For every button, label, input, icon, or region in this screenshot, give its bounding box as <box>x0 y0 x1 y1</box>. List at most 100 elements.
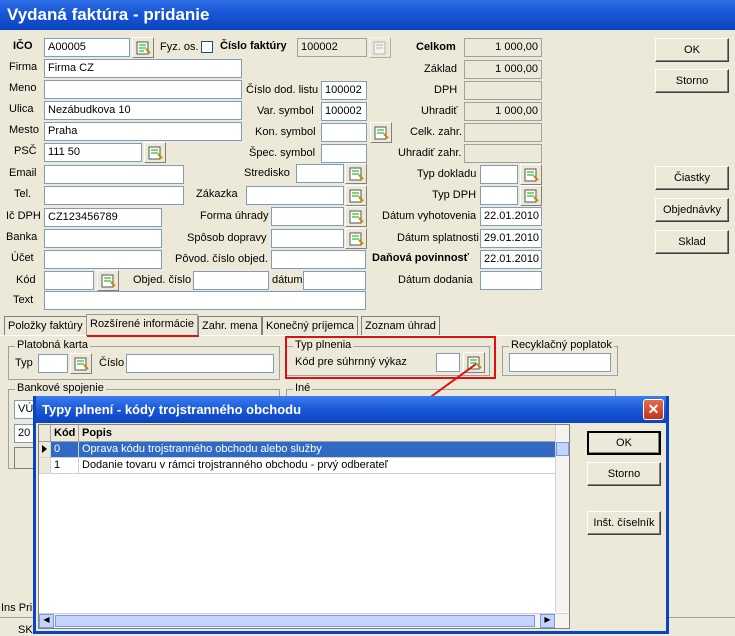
email-field[interactable] <box>44 165 184 184</box>
celk-zahr-label: Celk. zahr. <box>410 126 462 138</box>
cislo-faktury-label: Číslo faktúry <box>220 40 287 52</box>
typ-dph-lookup-icon[interactable] <box>520 185 542 206</box>
typ-dokladu-label: Typ dokladu <box>417 168 477 180</box>
sposob-dopravy-label: Spôsob dopravy <box>187 232 267 244</box>
banka-label: Banka <box>6 231 38 243</box>
tel-field[interactable] <box>44 186 184 205</box>
sklad-button[interactable]: Sklad <box>655 230 729 254</box>
typ-dokladu-field[interactable] <box>480 165 518 184</box>
table-row[interactable]: 0 Oprava kódu trojstranného obchodu aleb… <box>39 442 557 458</box>
zakazka-label: Zákazka <box>196 188 238 200</box>
typ-dph-field[interactable] <box>480 186 518 205</box>
dialog-storno-button[interactable]: Storno <box>587 462 661 486</box>
typ-dph-label: Typ DPH <box>432 189 477 201</box>
pk-typ-lookup-icon[interactable] <box>70 353 92 374</box>
sposob-dopravy-field[interactable] <box>271 229 344 248</box>
icdph-field[interactable]: CZ123456789 <box>44 208 162 227</box>
window-title: Vydaná faktúra - pridanie <box>0 0 735 30</box>
close-icon[interactable]: ✕ <box>643 399 664 420</box>
splatnosti-field[interactable]: 29.01.2010 <box>480 229 542 248</box>
firma-label: Firma <box>9 61 38 73</box>
obj-datum-field[interactable] <box>303 271 366 290</box>
uhradit-label: Uhradiť <box>421 105 458 117</box>
scroll-left-icon[interactable]: ◀ <box>39 614 54 628</box>
stredisko-lookup-icon[interactable] <box>345 163 367 184</box>
vyhotovenia-label: Dátum vyhotovenia <box>382 210 477 222</box>
h-scroll-thumb[interactable] <box>55 615 535 627</box>
forma-uhrady-field[interactable] <box>271 207 344 226</box>
psc-lookup-icon[interactable] <box>144 142 166 163</box>
pk-cislo-label: Číslo <box>99 357 125 369</box>
cislo-lookup-icon <box>369 37 391 58</box>
kon-symbol-lookup-icon[interactable] <box>370 122 392 143</box>
ucet-label: Účet <box>11 252 34 264</box>
zaklad-label: Základ <box>424 63 458 75</box>
zaklad-field: 1 000,00 <box>464 60 542 79</box>
uhradit-zahr-label: Uhradiť zahr. <box>398 147 462 159</box>
dodania-label: Dátum dodania <box>398 274 473 286</box>
obj-cislo-field[interactable] <box>193 271 269 290</box>
povod-cislo-field[interactable] <box>271 250 366 269</box>
dialog-ok-button[interactable]: OK <box>587 431 661 455</box>
ucet-field[interactable] <box>44 250 162 269</box>
ulica-label: Ulica <box>9 103 34 115</box>
spec-symbol-field[interactable] <box>321 144 367 163</box>
recyklacny-title: Recyklačný poplatok <box>509 339 614 351</box>
tab-rozsirene[interactable]: Rozšírené informácie <box>86 314 198 336</box>
tab-konecny-prijemca[interactable]: Konečný príjemca <box>262 316 359 335</box>
grid-header-popis[interactable]: Popis <box>79 425 557 442</box>
inst-ciselnik-button[interactable]: Inšt. číselník <box>587 511 661 535</box>
vyhotovenia-field[interactable]: 22.01.2010 <box>480 207 542 226</box>
typ-dokladu-lookup-icon[interactable] <box>520 164 542 185</box>
datum-label: dátum <box>272 274 303 286</box>
dodania-field[interactable] <box>480 271 542 290</box>
ine-title: Iné <box>293 382 313 394</box>
danova-field[interactable]: 22.01.2010 <box>480 250 542 269</box>
grid-indicator-header <box>39 425 51 442</box>
kod-lookup-icon[interactable] <box>97 270 119 291</box>
tab-polozky[interactable]: Položky faktúry <box>4 316 87 335</box>
pk-cislo-field[interactable] <box>126 354 274 373</box>
ico-label: IČO <box>13 40 33 52</box>
tab-zahr-mena[interactable]: Zahr. mena <box>198 316 262 335</box>
scroll-right-icon[interactable]: ▶ <box>540 614 555 628</box>
ciastky-button[interactable]: Čiastky <box>655 166 729 190</box>
pk-typ-field[interactable] <box>38 354 68 373</box>
objednavky-button[interactable]: Objednávky <box>655 198 729 222</box>
tab-zoznam-uhrad[interactable]: Zoznam úhrad <box>361 316 440 335</box>
zakazka-field[interactable] <box>246 186 344 205</box>
grid-horizontal-scrollbar[interactable]: ◀ ▶ <box>39 613 569 628</box>
stredisko-field[interactable] <box>296 164 344 183</box>
grid-header-kod[interactable]: Kód <box>51 425 79 442</box>
fyz-os-checkbox[interactable] <box>201 41 213 53</box>
text-field[interactable] <box>44 291 366 310</box>
row-kod: 0 <box>51 442 79 458</box>
recyklacny-field[interactable] <box>509 353 611 372</box>
ico-lookup-icon[interactable] <box>132 37 154 58</box>
scroll-thumb[interactable] <box>556 442 569 456</box>
celkom-label: Celkom <box>416 41 456 53</box>
kon-symbol-label: Kon. symbol <box>255 126 316 138</box>
sposob-dopravy-lookup-icon[interactable] <box>345 228 367 249</box>
obj-cislo-label: Objed. číslo <box>133 274 192 286</box>
storno-button[interactable]: Storno <box>655 69 729 93</box>
dod-list-field[interactable]: 100002 <box>321 81 367 100</box>
mesto-field[interactable]: Praha <box>44 122 242 141</box>
zakazka-lookup-icon[interactable] <box>345 185 367 206</box>
psc-label: PSČ <box>14 145 37 157</box>
ulica-field[interactable]: Nezábudkova 10 <box>44 101 242 120</box>
platobna-karta-title: Platobná karta <box>15 339 90 351</box>
ok-button[interactable]: OK <box>655 38 729 62</box>
kod-field[interactable] <box>44 271 94 290</box>
kon-symbol-field[interactable] <box>321 123 367 142</box>
forma-uhrady-lookup-icon[interactable] <box>345 206 367 227</box>
ico-field[interactable]: A00005 <box>44 38 130 57</box>
banka-field[interactable] <box>44 229 162 248</box>
grid-vertical-scrollbar[interactable] <box>555 425 569 612</box>
psc-field[interactable]: 111 50 <box>44 143 142 162</box>
var-symbol-field[interactable]: 100002 <box>321 102 367 121</box>
firma-field[interactable]: Firma CZ <box>44 59 242 78</box>
meno-field[interactable] <box>44 80 242 99</box>
table-row[interactable]: 1 Dodanie tovaru v rámci trojstranného o… <box>39 458 557 474</box>
kody-grid[interactable]: Kód Popis 0 Oprava kódu trojstranného ob… <box>38 424 570 629</box>
